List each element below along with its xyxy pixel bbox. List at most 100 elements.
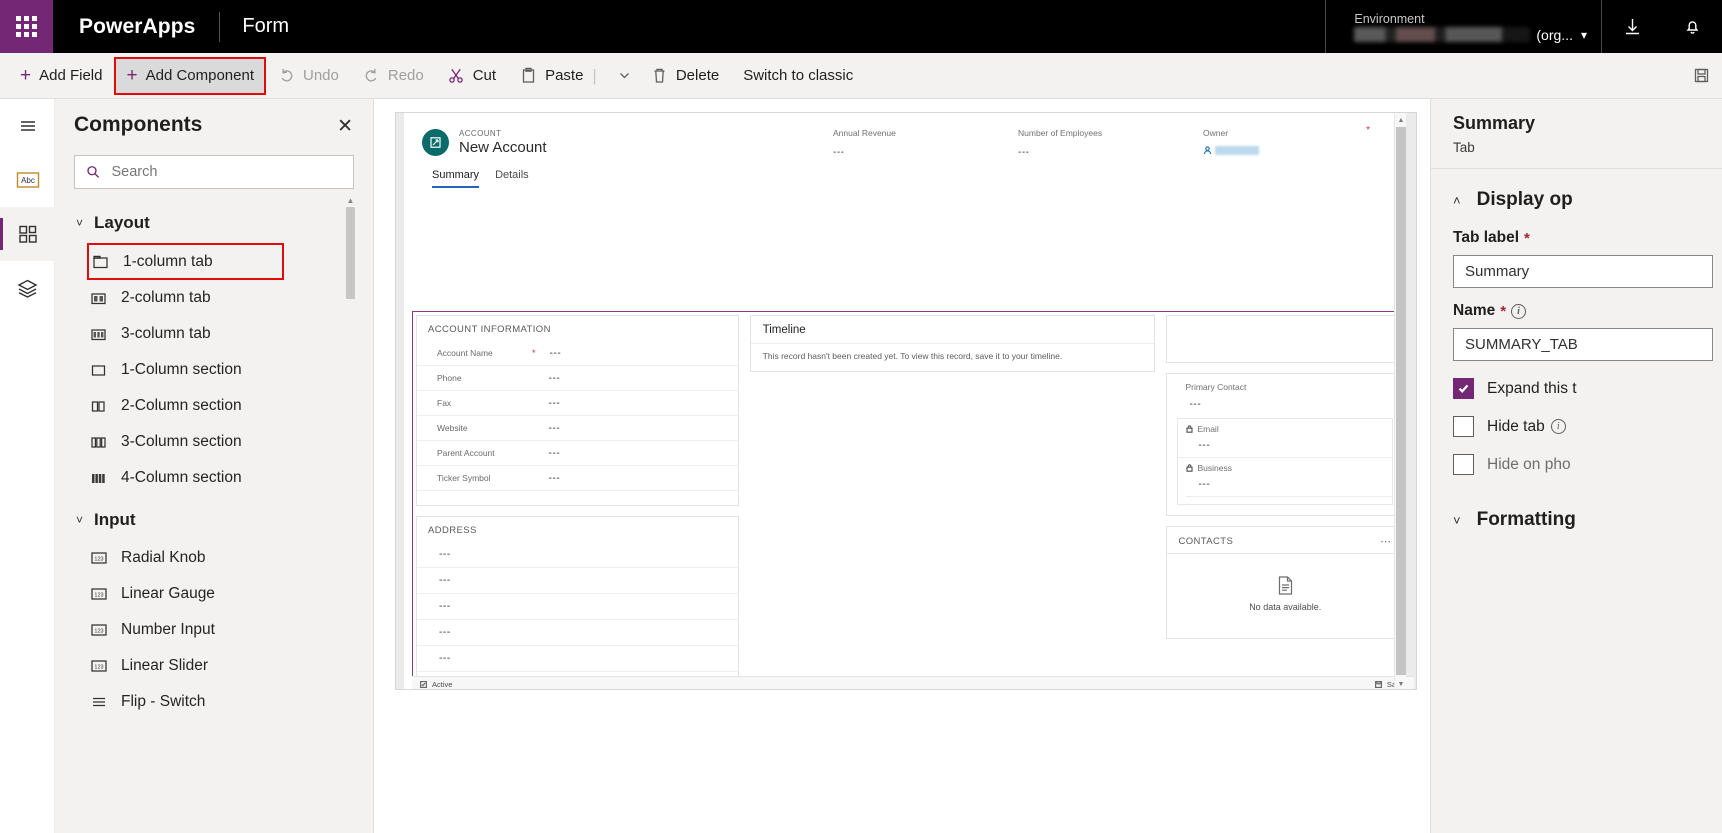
component-item-1-column-section[interactable]: 1-Column section bbox=[55, 352, 373, 388]
section-placeholder-top[interactable] bbox=[1166, 315, 1404, 363]
field-row-account-name[interactable]: Account Name * --- bbox=[417, 341, 738, 366]
address-row[interactable]: --- bbox=[417, 568, 738, 594]
owner-value[interactable] bbox=[1203, 146, 1388, 155]
field-row-business[interactable]: Business --- bbox=[1178, 457, 1392, 504]
components-panel-header: Components ✕ bbox=[55, 99, 373, 146]
close-icon[interactable]: ✕ bbox=[333, 113, 357, 140]
field-row-website[interactable]: Website --- bbox=[417, 416, 738, 441]
search-box[interactable] bbox=[74, 155, 354, 189]
plus-icon: + bbox=[20, 65, 32, 86]
brand-title[interactable]: PowerApps bbox=[53, 15, 219, 39]
component-item-number-input[interactable]: 123 Number Input bbox=[55, 612, 373, 648]
component-item-2-column-tab[interactable]: 2-column tab bbox=[55, 280, 373, 316]
field-row-fax[interactable]: Fax --- bbox=[417, 391, 738, 416]
redo-button[interactable]: Redo bbox=[351, 57, 436, 95]
waffle-grid-icon bbox=[16, 16, 37, 37]
component-item-4-column-section[interactable]: 4-Column section bbox=[55, 460, 373, 496]
component-item-1-column-tab[interactable]: 1-column tab bbox=[87, 243, 284, 280]
scrollbar-thumb[interactable] bbox=[1396, 127, 1406, 675]
waffle-menu-button[interactable] bbox=[0, 0, 53, 53]
primary-contact-value[interactable]: --- bbox=[1189, 399, 1403, 410]
group-header-input[interactable]: ˅ Input bbox=[55, 496, 373, 540]
field-row-phone[interactable]: Phone --- bbox=[417, 366, 738, 391]
delete-button[interactable]: Delete bbox=[639, 57, 731, 95]
address-row[interactable]: --- bbox=[417, 620, 738, 646]
contacts-header: CONTACTS ⋯ bbox=[1167, 527, 1403, 554]
components-scrollbar[interactable]: ▲ bbox=[346, 196, 355, 807]
scrollbar-thumb[interactable] bbox=[346, 207, 355, 299]
required-spacer bbox=[532, 423, 535, 433]
section-header-formatting[interactable]: ˅ Formatting bbox=[1431, 475, 1722, 535]
section-account-information[interactable]: ACCOUNT INFORMATION Account Name * --- P… bbox=[416, 315, 739, 506]
field-label: Fax bbox=[437, 398, 452, 408]
field-label: Phone bbox=[437, 373, 462, 383]
list-icon bbox=[89, 696, 108, 708]
field-row-email[interactable]: Email --- bbox=[1178, 419, 1392, 451]
address-row[interactable]: --- bbox=[417, 542, 738, 568]
component-item-3-column-section[interactable]: 3-Column section bbox=[55, 424, 373, 460]
search-input[interactable] bbox=[109, 163, 342, 181]
component-item-linear-gauge[interactable]: 123 Linear Gauge bbox=[55, 576, 373, 612]
environment-picker[interactable]: Environment (org... ▾ bbox=[1325, 0, 1601, 53]
required-asterisk: * bbox=[532, 348, 536, 358]
add-field-button[interactable]: + Add Field bbox=[8, 57, 114, 95]
add-component-button[interactable]: + Add Component bbox=[114, 56, 266, 95]
undo-button[interactable]: Undo bbox=[266, 57, 351, 95]
section-contact-card[interactable]: Primary Contact --- Email --- Business -… bbox=[1166, 373, 1404, 516]
required-asterisk: * bbox=[1366, 125, 1370, 136]
section-address[interactable]: ADDRESS --- --- --- --- --- --- --- bbox=[416, 516, 739, 689]
checkbox-expand-this-tab[interactable]: Expand this t bbox=[1431, 361, 1722, 399]
notifications-button[interactable] bbox=[1662, 0, 1722, 53]
field-label: Owner bbox=[1203, 128, 1229, 138]
field-value: --- bbox=[548, 422, 561, 434]
field-label: Annual Revenue bbox=[833, 128, 896, 138]
checkbox-hide-tab[interactable]: Hide tab i bbox=[1431, 399, 1722, 437]
scroll-up-arrow[interactable]: ▲ bbox=[346, 195, 355, 205]
form-tab-details[interactable]: Details bbox=[495, 169, 529, 188]
record-title: New Account bbox=[459, 138, 547, 156]
sidebar-item-tree-view[interactable] bbox=[0, 99, 55, 153]
form-preview-scrollbar[interactable]: ▲ ▼ bbox=[1394, 113, 1407, 689]
field-name: Name * i SUMMARY_TAB bbox=[1431, 288, 1722, 361]
sidebar-item-fields[interactable]: Abc bbox=[0, 153, 55, 207]
paste-dropdown-button[interactable] bbox=[610, 69, 639, 82]
required-spacer bbox=[532, 448, 535, 458]
group-header-layout[interactable]: ˅ Layout bbox=[55, 199, 373, 243]
checkbox-hide-on-phone[interactable]: Hide on pho bbox=[1431, 437, 1722, 475]
address-row[interactable]: --- bbox=[417, 594, 738, 620]
info-icon[interactable]: i bbox=[1511, 303, 1527, 319]
component-item-2-column-section[interactable]: 2-Column section bbox=[55, 388, 373, 424]
download-button[interactable] bbox=[1602, 0, 1662, 53]
one-column-section-icon bbox=[89, 364, 108, 377]
field-row-ticker-symbol[interactable]: Ticker Symbol --- bbox=[417, 466, 738, 491]
section-padding bbox=[417, 491, 738, 505]
checkbox-checked-icon[interactable] bbox=[1453, 378, 1474, 399]
component-item-3-column-tab[interactable]: 3-column tab bbox=[55, 316, 373, 352]
ellipsis-icon[interactable]: ⋯ bbox=[1380, 535, 1392, 548]
form-tab-summary[interactable]: Summary bbox=[432, 169, 480, 188]
sidebar-item-layers[interactable] bbox=[0, 261, 55, 315]
checkbox-unchecked-icon[interactable] bbox=[1453, 454, 1474, 475]
section-header-display-options[interactable]: ˄ Display op bbox=[1431, 169, 1722, 215]
component-item-linear-slider[interactable]: 123 Linear Slider bbox=[55, 648, 373, 684]
section-timeline[interactable]: Timeline This record hasn't been created… bbox=[749, 315, 1156, 372]
scroll-up-arrow[interactable]: ▲ bbox=[1395, 114, 1407, 126]
field-value[interactable]: --- bbox=[833, 147, 1018, 158]
info-icon[interactable]: i bbox=[1550, 419, 1566, 434]
cut-button[interactable]: Cut bbox=[436, 57, 508, 95]
save-button[interactable] bbox=[1681, 57, 1722, 95]
address-row[interactable]: --- bbox=[417, 646, 738, 672]
component-item-radial-knob[interactable]: 123 Radial Knob bbox=[55, 540, 373, 576]
tab-label-input[interactable]: Summary bbox=[1453, 255, 1713, 288]
name-input[interactable]: SUMMARY_TAB bbox=[1453, 328, 1713, 361]
checkbox-unchecked-icon[interactable] bbox=[1453, 416, 1474, 437]
field-row-parent-account[interactable]: Parent Account --- bbox=[417, 441, 738, 466]
component-item-flip-switch[interactable]: Flip - Switch bbox=[55, 684, 373, 720]
field-value[interactable]: --- bbox=[1018, 147, 1203, 158]
sidebar-item-components[interactable] bbox=[0, 207, 55, 261]
switch-to-classic-button[interactable]: Switch to classic bbox=[731, 57, 865, 95]
form-header-fields: Annual Revenue --- Number of Employees -… bbox=[833, 125, 1388, 158]
scroll-down-arrow[interactable]: ▼ bbox=[1395, 678, 1407, 689]
paste-button[interactable]: Paste | bbox=[508, 57, 610, 95]
section-contacts[interactable]: CONTACTS ⋯ No data available. bbox=[1166, 526, 1404, 639]
